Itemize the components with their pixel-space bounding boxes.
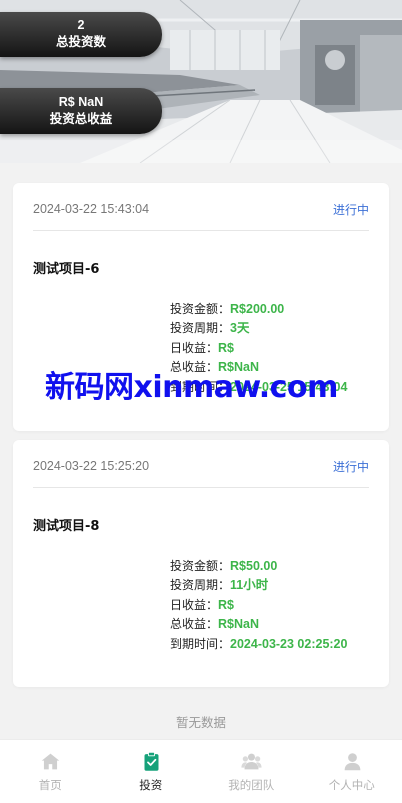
order-date: 2024-03-22 15:25:20 bbox=[33, 459, 150, 473]
detail-value: R$200.00 bbox=[230, 302, 285, 316]
detail-label: 投资金额： bbox=[170, 559, 231, 573]
detail-row-amount: 投资金额：R$50.00 bbox=[170, 557, 347, 576]
detail-row-period: 投资周期：11小时 bbox=[170, 576, 347, 595]
detail-label: 投资周期： bbox=[170, 578, 231, 593]
investment-count-value: 2 bbox=[77, 18, 85, 32]
order-date: 2024-03-22 15:43:04 bbox=[33, 202, 150, 216]
empty-state-text: 暂无数据 bbox=[175, 715, 226, 730]
detail-value: 2024-03-23 02:25:20 bbox=[230, 636, 348, 651]
investment-count-label: 总投资数 bbox=[55, 35, 106, 49]
order-title: 测试项目-8 bbox=[33, 519, 100, 534]
tab-team[interactable]: 我的团队 bbox=[201, 740, 302, 803]
tab-home[interactable]: 首页 bbox=[0, 740, 101, 803]
detail-value: 11小时 bbox=[230, 578, 269, 593]
tab-profile[interactable]: 个人中心 bbox=[302, 740, 402, 803]
detail-row-daily-income: 日收益：R$ bbox=[170, 339, 347, 358]
tab-label: 投资 bbox=[139, 778, 163, 792]
detail-label: 总收益： bbox=[170, 617, 219, 632]
investment-count-pill: 2 总投资数 bbox=[0, 12, 162, 57]
watermark-text: 新码网xinmaw.com bbox=[45, 370, 338, 405]
order-card-header: 2024-03-22 15:25:20 进行中 bbox=[33, 440, 369, 488]
tab-label: 首页 bbox=[38, 778, 62, 792]
total-income-label: 投资总收益 bbox=[49, 112, 113, 126]
total-income-value: R$ NaN bbox=[58, 95, 104, 109]
detail-row-period: 投资周期：3天 bbox=[170, 319, 347, 338]
tab-label: 个人中心 bbox=[328, 778, 375, 792]
order-card-header: 2024-03-22 15:43:04 进行中 bbox=[33, 183, 369, 231]
total-income-pill: R$ NaN 投资总收益 bbox=[0, 88, 162, 134]
detail-label: 投资周期： bbox=[170, 321, 231, 336]
clipboard-check-icon bbox=[144, 751, 158, 771]
tab-invest[interactable]: 投资 bbox=[101, 740, 202, 803]
detail-label: 投资金额： bbox=[170, 302, 231, 316]
detail-label: 日收益： bbox=[170, 340, 219, 355]
order-title: 测试项目-6 bbox=[33, 262, 100, 277]
bottom-tab-bar: 首页 投资 我的团队 个人中心 bbox=[0, 739, 402, 803]
tab-label: 我的团队 bbox=[228, 778, 275, 792]
order-card[interactable]: 2024-03-22 15:25:20 进行中 测试项目-8 投资金额：R$50… bbox=[13, 440, 389, 687]
user-icon bbox=[344, 753, 360, 771]
detail-row-total-income: 总收益：R$NaN bbox=[170, 615, 347, 634]
order-status-badge: 进行中 bbox=[332, 460, 369, 474]
home-icon bbox=[41, 753, 60, 770]
detail-value: R$ bbox=[218, 597, 234, 612]
detail-row-daily-income: 日收益：R$ bbox=[170, 596, 347, 615]
team-icon bbox=[241, 753, 262, 770]
detail-label: 到期时间： bbox=[170, 636, 231, 651]
detail-row-expiry: 到期时间：2024-03-23 02:25:20 bbox=[170, 635, 347, 654]
detail-label: 日收益： bbox=[170, 597, 219, 612]
order-status-badge: 进行中 bbox=[332, 203, 369, 217]
detail-value: R$ bbox=[218, 340, 234, 355]
detail-value: 3天 bbox=[230, 321, 250, 336]
detail-value: R$NaN bbox=[218, 617, 260, 632]
detail-value: R$50.00 bbox=[230, 559, 278, 573]
header-banner: 2 总投资数 R$ NaN 投资总收益 bbox=[0, 0, 402, 163]
detail-row-amount: 投资金额：R$200.00 bbox=[170, 300, 347, 319]
order-details: 投资金额：R$50.00 投资周期：11小时 日收益：R$ 总收益：R$NaN … bbox=[170, 557, 347, 654]
